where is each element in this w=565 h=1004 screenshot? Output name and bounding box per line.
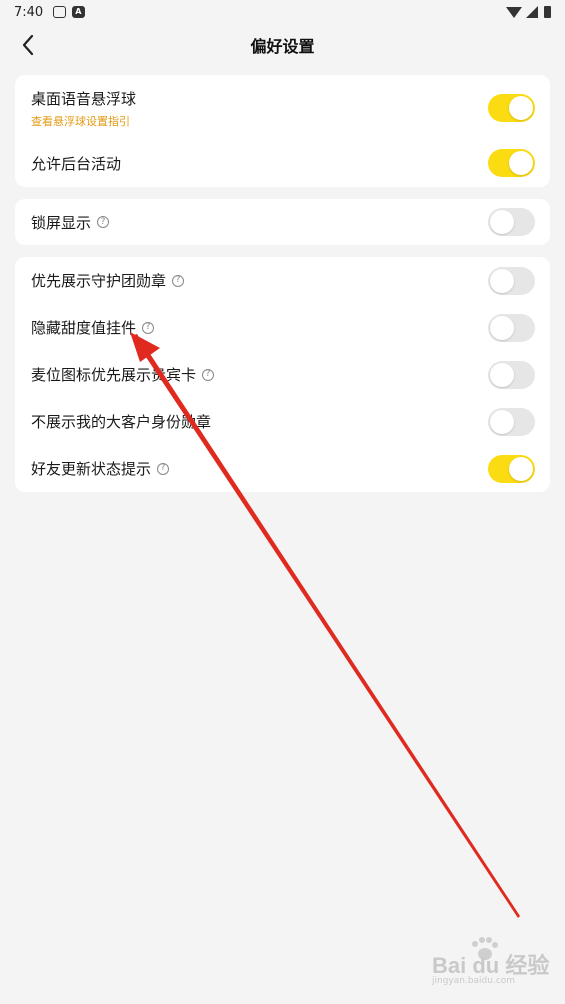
setting-row-guard-badge: 优先展示守护团勋章 ? [15,257,550,304]
help-icon[interactable]: ? [142,321,155,334]
nav-bar: 偏好设置 [0,24,565,66]
guard-badge-toggle[interactable] [488,266,535,295]
notification-app-icon [53,6,67,18]
setting-row-friend-status: 好友更新状态提示 ? [15,445,550,492]
setting-label: 麦位图标优先展示贵宾卡 [31,366,197,384]
setting-row-vip-card: 麦位图标优先展示贵宾卡 ? [15,351,550,398]
help-icon[interactable]: ? [202,368,215,381]
help-icon[interactable]: ? [172,274,185,287]
signal-icon [526,6,538,18]
hide-sweetness-toggle[interactable] [488,313,535,342]
status-bar: 7:40 [0,0,565,24]
back-button[interactable] [16,32,40,58]
watermark-url: jingyan.baidu.com [432,976,516,986]
setting-label: 桌面语音悬浮球 [31,89,137,108]
notification-a-icon [72,6,86,18]
battery-icon [544,6,551,18]
settings-card-display: 优先展示守护团勋章 ? 隐藏甜度值挂件 ? 麦位图标优先展示贵宾卡 ? 不展示我… [15,257,550,492]
baidu-jingyan-watermark: Bai du 经验 jingyan.baidu.com [430,937,550,990]
toggle-knob [490,315,514,340]
setting-label: 隐藏甜度值挂件 [31,319,137,337]
setting-label: 优先展示守护团勋章 [31,272,167,290]
lockscreen-toggle[interactable] [488,208,535,236]
setting-label: 允许后台活动 [31,154,122,173]
setting-label: 好友更新状态提示 [31,460,152,478]
status-right-group [506,6,551,18]
setting-row-lockscreen: 锁屏显示 ? [15,199,550,245]
toggle-knob [509,96,533,120]
toggle-knob [509,151,533,175]
setting-label: 锁屏显示 [31,213,92,232]
status-time: 7:40 [14,4,44,20]
toggle-knob [490,362,514,387]
settings-card-general: 桌面语音悬浮球 查看悬浮球设置指引 允许后台活动 [15,75,550,187]
floating-ball-toggle[interactable] [488,94,535,122]
floating-ball-guide-link[interactable]: 查看悬浮球设置指引 [31,113,136,129]
vip-card-toggle[interactable] [488,360,535,389]
setting-row-hide-sweetness: 隐藏甜度值挂件 ? [15,304,550,351]
setting-row-floating-ball: 桌面语音悬浮球 查看悬浮球设置指引 [15,85,550,131]
setting-label: 不展示我的大客户身份勋章 [31,413,212,431]
help-icon[interactable]: ? [157,462,170,475]
wifi-icon [506,6,522,18]
settings-card-lockscreen: 锁屏显示 ? [15,199,550,245]
toggle-knob [490,409,514,434]
chevron-left-icon [22,34,34,56]
toggle-knob [509,456,533,481]
help-icon[interactable]: ? [97,216,110,228]
friend-status-toggle[interactable] [488,454,535,483]
big-customer-badge-toggle[interactable] [488,407,535,436]
background-activity-toggle[interactable] [488,149,535,177]
setting-row-background-activity: 允许后台活动 [15,141,550,185]
page-title: 偏好设置 [250,37,315,56]
setting-text-block: 桌面语音悬浮球 查看悬浮球设置指引 [31,88,136,129]
toggle-knob [490,210,514,234]
toggle-knob [490,268,514,293]
setting-row-big-customer-badge: 不展示我的大客户身份勋章 [15,398,550,445]
